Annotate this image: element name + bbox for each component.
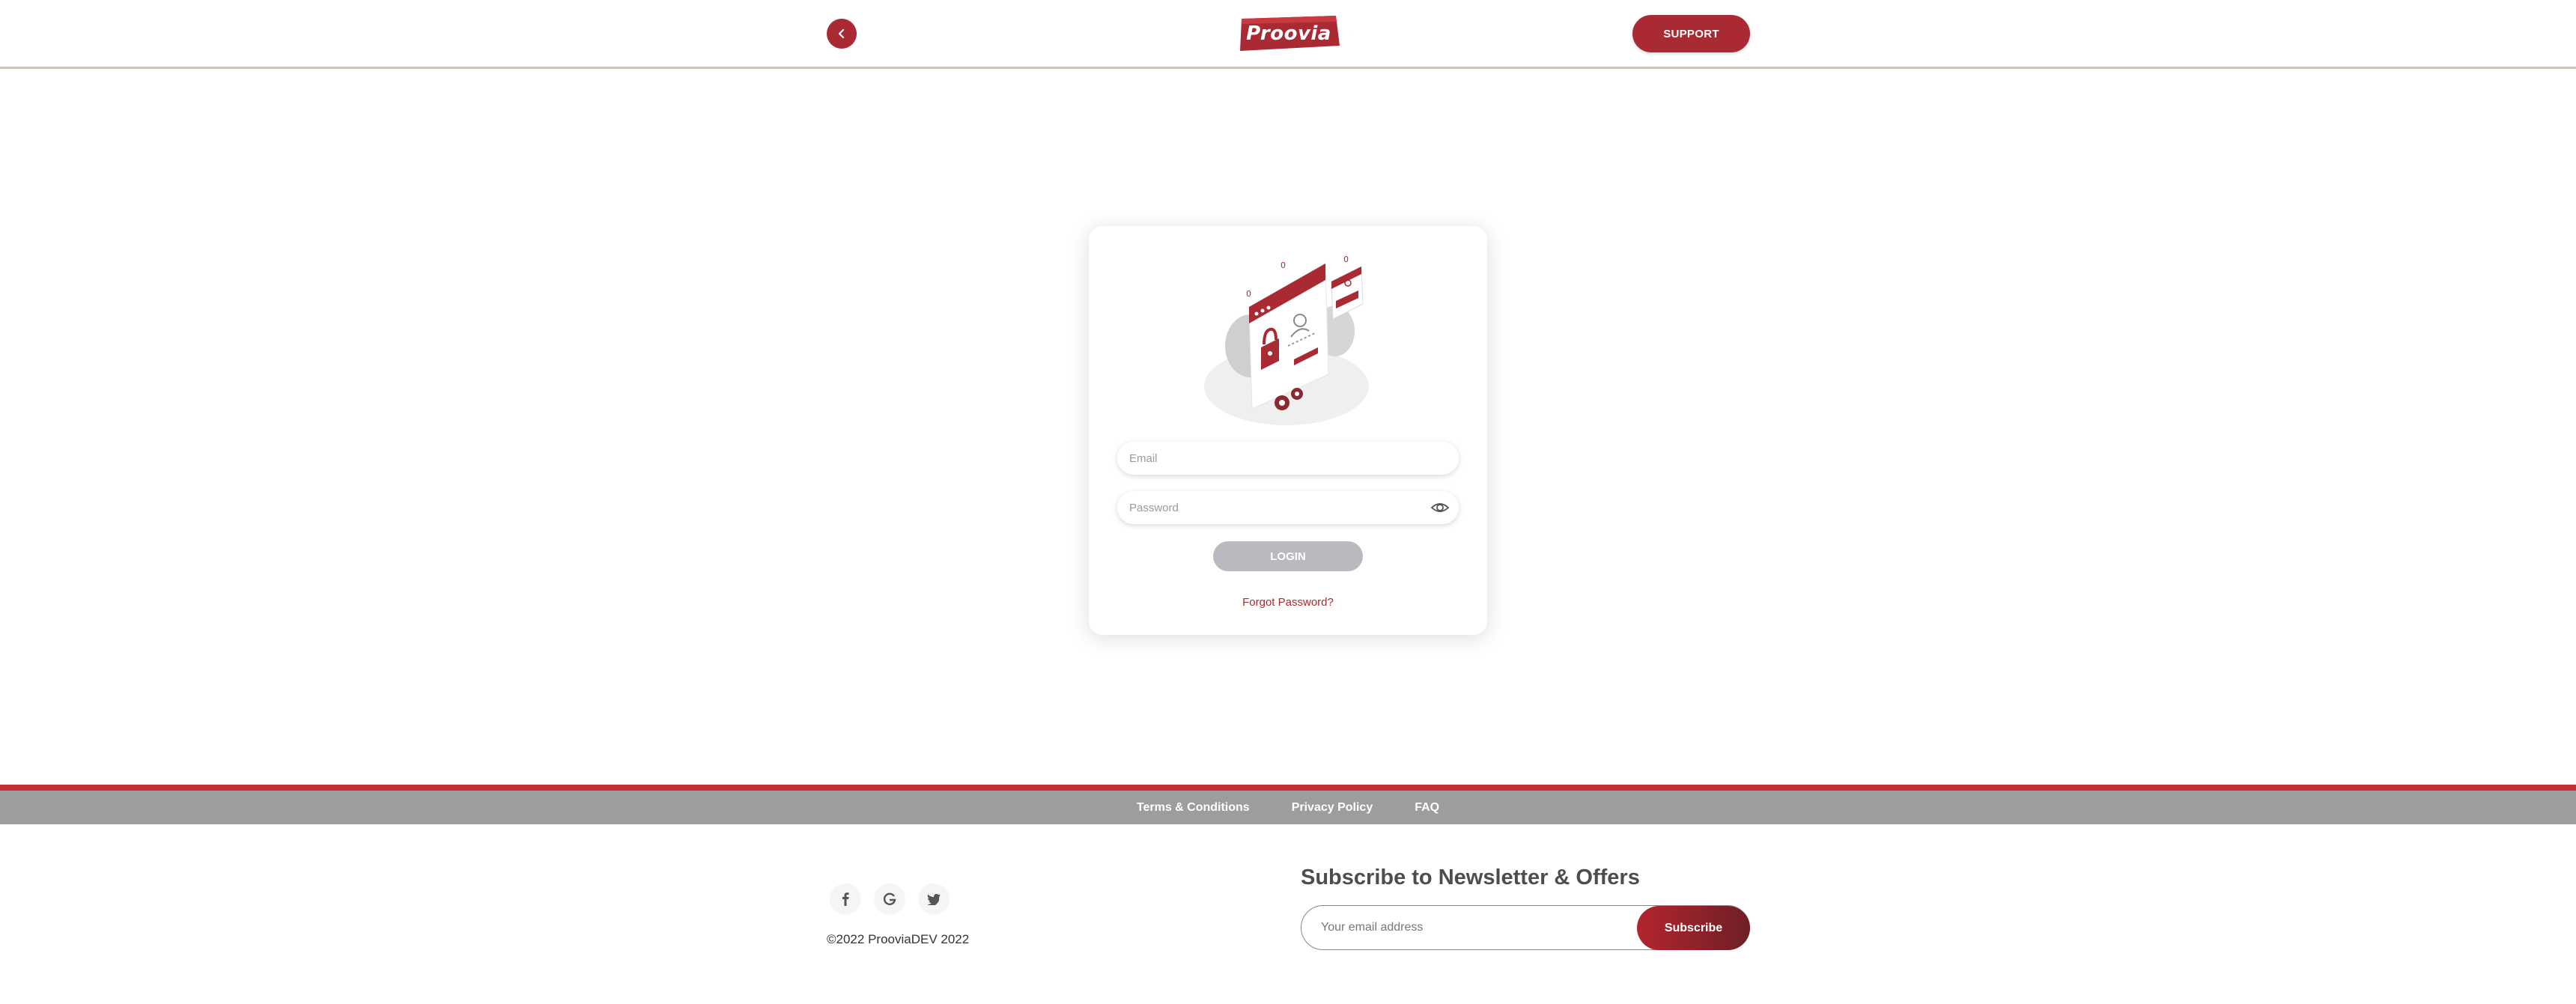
subscribe-button[interactable]: Subscribe (1637, 906, 1750, 950)
newsletter-title: Subscribe to Newsletter & Offers (1301, 865, 1640, 889)
svg-text:0: 0 (1281, 261, 1286, 270)
copyright-text: ©2022 ProoviaDEV 2022 (827, 932, 970, 946)
chevron-left-icon (838, 28, 845, 39)
twitter-icon (927, 893, 941, 905)
forgot-password-link[interactable]: Forgot Password? (1089, 596, 1487, 609)
back-button[interactable] (827, 19, 857, 49)
svg-text:0: 0 (1343, 255, 1349, 264)
newsletter-email-input[interactable] (1301, 906, 1631, 949)
eye-icon[interactable] (1430, 499, 1450, 517)
footer-nav: Terms & Conditions Privacy Policy FAQ (0, 791, 2576, 824)
top-header: Proovia SUPPORT (0, 0, 2576, 69)
support-button[interactable]: SUPPORT (1632, 15, 1750, 52)
email-field-wrapper (1117, 442, 1459, 475)
password-input[interactable] (1117, 491, 1459, 524)
footer-link-terms[interactable]: Terms & Conditions (1137, 801, 1250, 815)
footer-link-faq[interactable]: FAQ (1415, 801, 1439, 815)
login-security-illustration: 0 0 0 (1204, 255, 1369, 425)
google-button[interactable] (874, 883, 905, 915)
facebook-icon (842, 892, 849, 906)
password-field-wrapper (1117, 491, 1459, 524)
email-input[interactable] (1117, 442, 1459, 475)
svg-text:0: 0 (1246, 289, 1251, 299)
login-button[interactable]: LOGIN (1213, 541, 1363, 571)
logo-text: Proovia (1246, 22, 1331, 45)
twitter-button[interactable] (918, 883, 950, 915)
google-icon (883, 892, 896, 905)
login-card: 0 0 0 LOGIN Forgot Password? (1089, 226, 1487, 635)
facebook-button[interactable] (830, 883, 861, 915)
proovia-logo[interactable]: Proovia (1237, 16, 1340, 52)
footer-link-privacy[interactable]: Privacy Policy (1292, 801, 1373, 815)
footer-accent-bar (0, 785, 2576, 791)
